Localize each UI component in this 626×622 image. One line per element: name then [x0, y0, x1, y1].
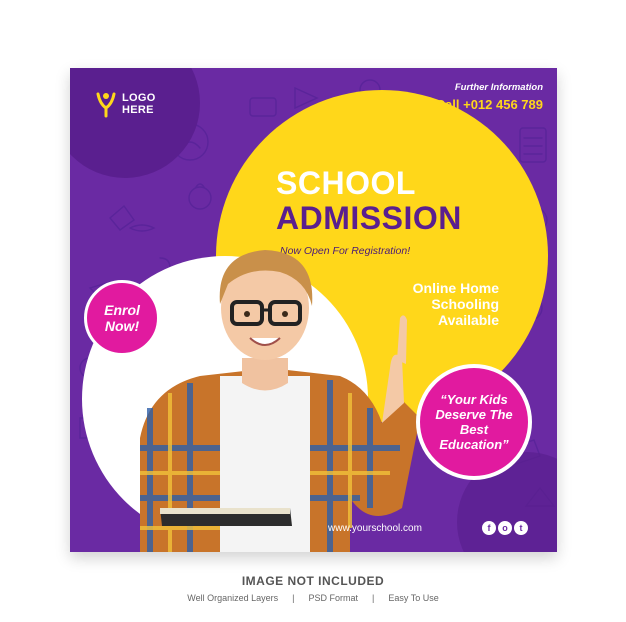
contact-info: Further Information Call +012 456 789	[436, 82, 543, 113]
admission-flyer: LOGO HERE Further Information Call +012 …	[70, 68, 557, 552]
facebook-icon[interactable]: f	[482, 521, 496, 535]
student-photo	[140, 250, 420, 552]
separator: |	[292, 593, 295, 603]
title-line-1: SCHOOL	[276, 165, 416, 201]
enrol-line-1: Enrol	[104, 302, 140, 318]
separator: |	[372, 593, 375, 603]
footer-features: Well Organized Layers | PSD Format | Easy To…	[0, 593, 626, 603]
logo-text: LOGO HERE	[122, 92, 156, 116]
page: LOGO HERE Further Information Call +012 …	[0, 0, 626, 622]
instagram-icon[interactable]: o	[498, 521, 512, 535]
logo-line-2: HERE	[122, 104, 154, 116]
logo-icon	[96, 92, 116, 118]
logo-backdrop-circle	[70, 68, 200, 178]
info-label: Further Information	[454, 82, 543, 93]
feature-item: Well Organized Layers	[187, 593, 279, 603]
quote-badge: “Your Kids Deserve The Best Education”	[416, 364, 532, 480]
enrol-line-2: Now!	[104, 318, 140, 334]
footer-title: IMAGE NOT INCLUDED	[241, 574, 385, 588]
website-url[interactable]: www.yourschool.com	[328, 523, 422, 535]
social-links: f o t	[482, 521, 528, 535]
logo-line-1: LOGO	[122, 92, 156, 104]
twitter-icon[interactable]: t	[514, 521, 528, 535]
phone-number: Call +012 456 789	[435, 97, 543, 112]
logo: LOGO HERE	[94, 90, 156, 118]
enrol-now-badge[interactable]: Enrol Now!	[84, 280, 160, 356]
quote-text: “Your Kids Deserve The Best Education”	[435, 392, 513, 452]
feature-item: Easy To Use	[388, 593, 439, 603]
feature-item: PSD Format	[308, 593, 359, 603]
